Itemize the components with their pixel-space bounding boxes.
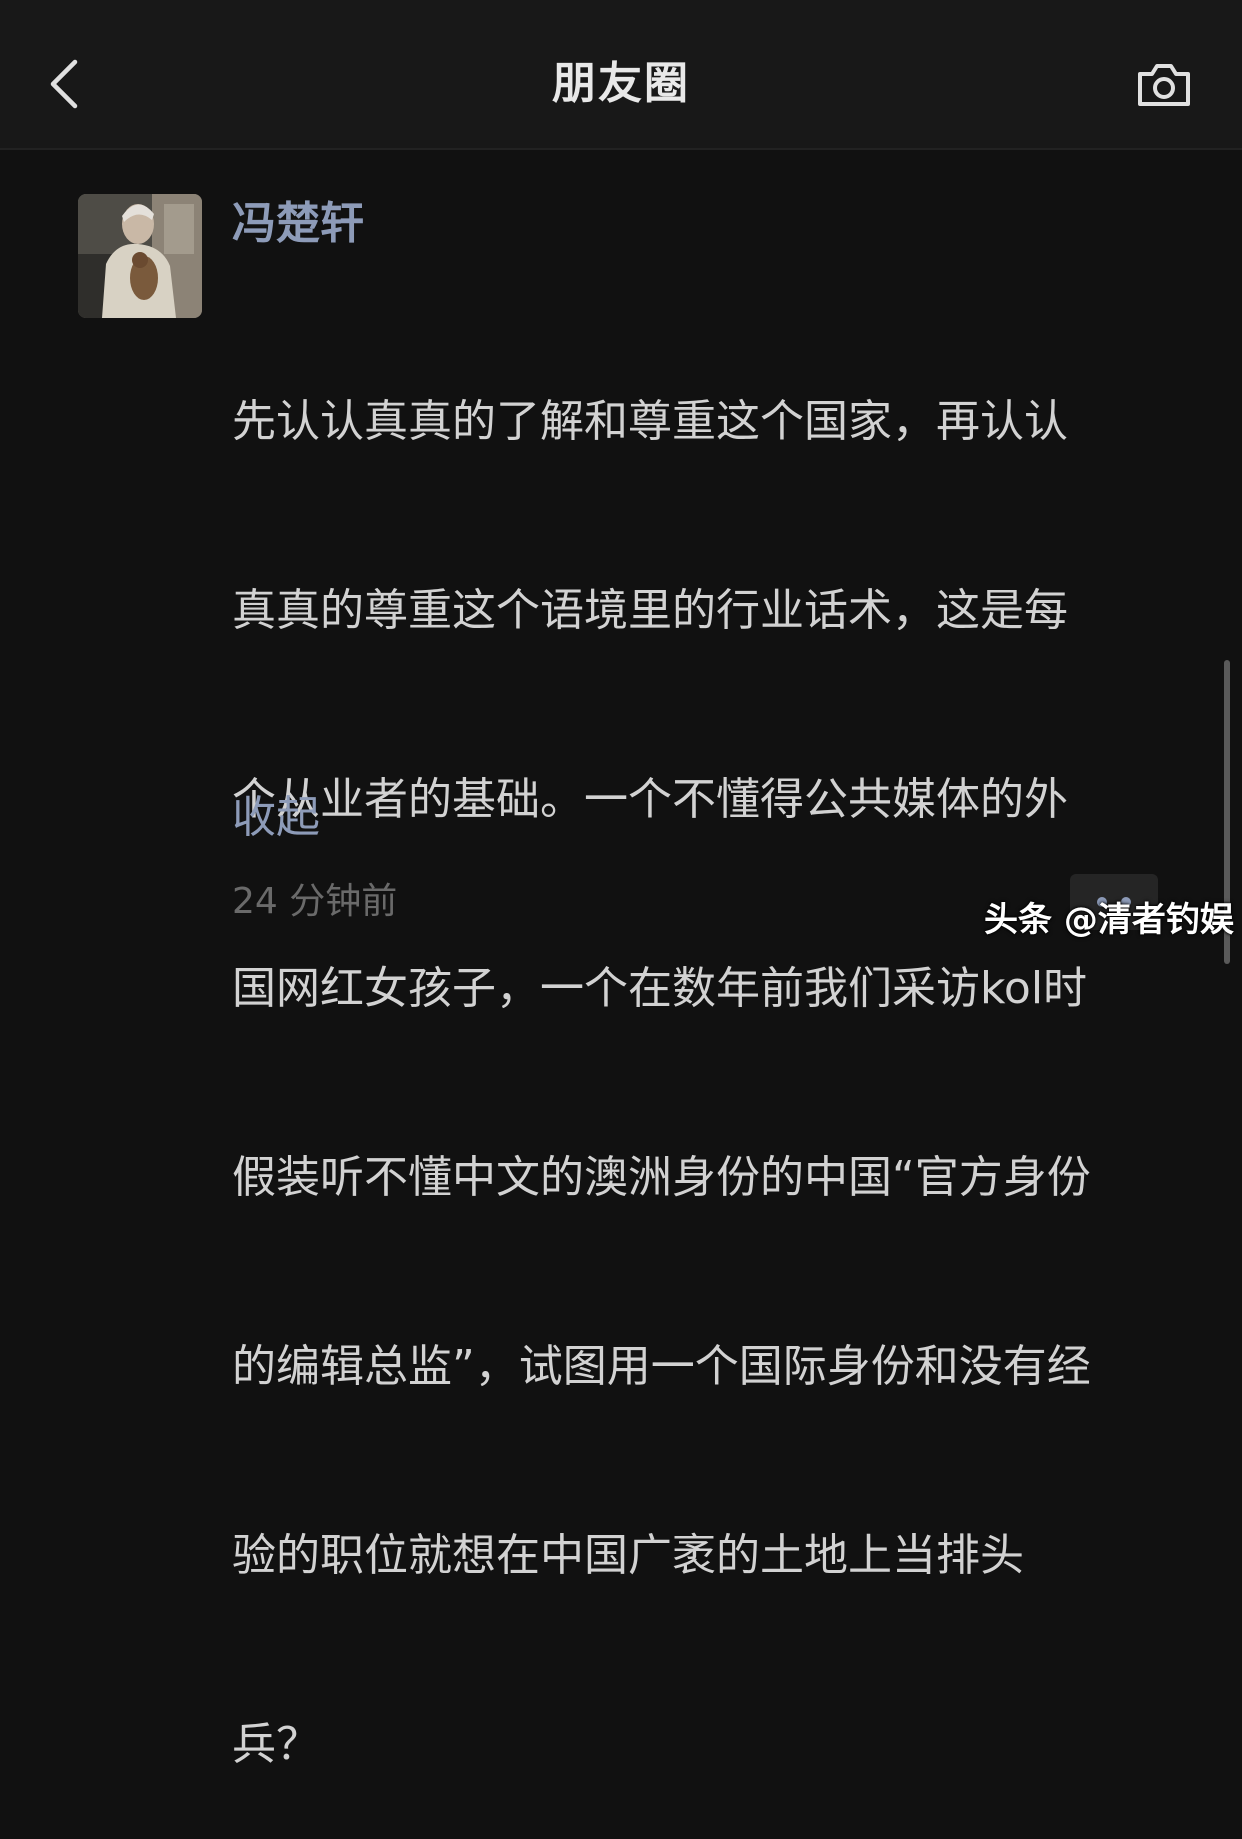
collapse-link[interactable]: 收起 [232,788,320,848]
post-content-line: 国网红女孩子，一个在数年前我们采访kol时 [232,963,1088,1014]
post-content-line: 验的职位就想在中国广袤的土地上当排头 [232,1530,1024,1581]
post-author-name[interactable]: 冯楚轩 [232,194,364,254]
avatar[interactable] [78,194,202,318]
post-content-line: 的编辑总监”，试图用一个国际身份和没有经 [232,1341,1091,1392]
post-content-line: 假装听不懂中文的澳洲身份的中国“官方身份 [232,1152,1091,1203]
camera-button[interactable] [1128,52,1200,116]
post-content-line: 个从业者的基础。一个不懂得公共媒体的外 [232,774,1068,825]
avatar-image [78,194,202,318]
post-content-line: 兵？ [232,1719,320,1770]
post-content-line: 先认认真真的了解和尊重这个国家，再认认 [232,396,1068,447]
post-content-line: 真真的尊重这个语境里的行业话术，这是每 [232,585,1068,636]
post-content: 先认认真真的了解和尊重这个国家，再认认 真真的尊重这个语境里的行业话术，这是每 … [232,264,1162,1839]
navigation-bar: 朋友圈 [0,0,1242,150]
watermark: 头条 @清者钓娱 [984,900,1234,940]
post-timestamp: 24 分钟前 [232,881,398,922]
page-title: 朋友圈 [552,58,690,109]
camera-icon [1138,64,1190,106]
